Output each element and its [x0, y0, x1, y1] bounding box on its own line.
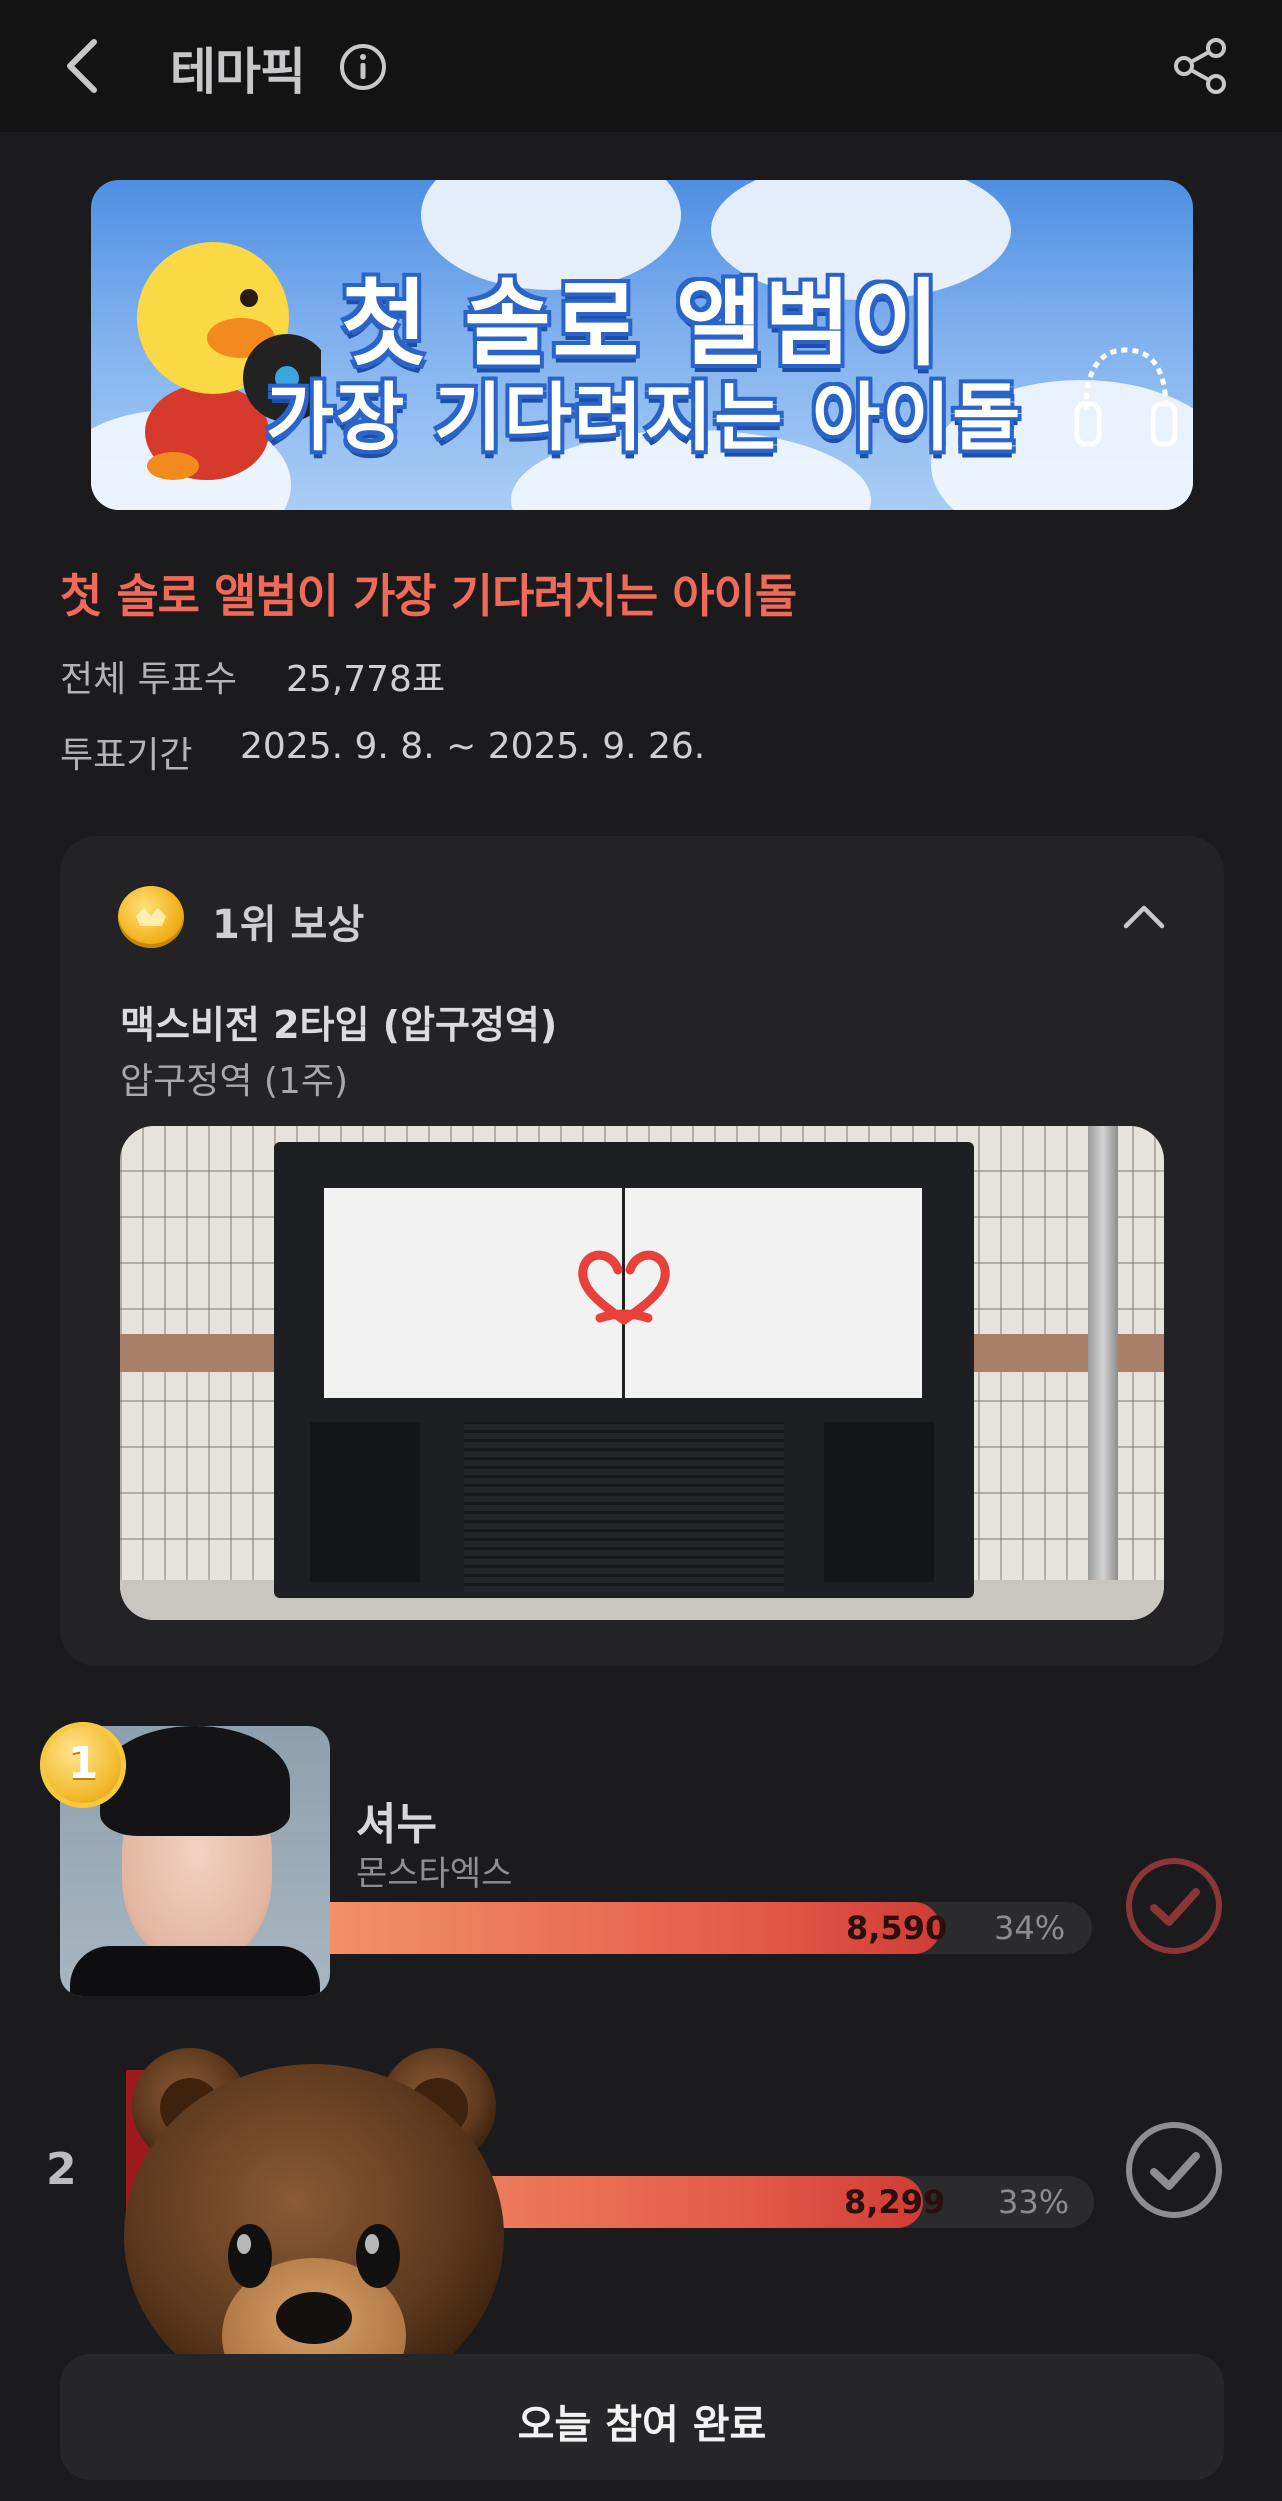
reward-ad-subtitle: 압구정역 (1주) [120, 1061, 349, 1102]
participation-complete-label: 오늘 참여 완료 [517, 2402, 767, 2448]
reward-ad-photo [120, 1126, 1164, 1620]
chevron-up-icon[interactable] [1122, 894, 1166, 938]
reward-card: 1위 보상 맥스비전 2타입 (압구정역) 압구정역 (1주) [60, 836, 1224, 1666]
vote-period-label: 투표기간 [60, 735, 193, 776]
heart-logo-icon [578, 1250, 670, 1325]
vote-bar-track: 8,590 34% [330, 1902, 1092, 1954]
banner-subheadline: 가장 기다려지는 아이돌 [266, 375, 1023, 461]
vote-percent: 34% [994, 1909, 1066, 1947]
rank-number: 2 [46, 2144, 77, 2195]
rank-medal-icon: 1 [40, 1722, 126, 1808]
page-title: 테마픽 [170, 43, 306, 101]
artist-group: 몬스타엑스 [356, 1854, 513, 1894]
theme-banner: 첫 솔로 앨범이 가장 기다려지는 아이돌 [91, 180, 1193, 510]
participation-complete-button[interactable]: 오늘 참여 완료 [60, 2354, 1224, 2480]
reward-ad-title: 맥스비전 2타입 (압구정역) [120, 1003, 558, 1047]
back-icon[interactable] [58, 36, 108, 96]
headphones-icon [1074, 347, 1178, 447]
artist-name: 셔누 [356, 1799, 437, 1850]
vote-check-icon[interactable] [1124, 1856, 1224, 1956]
billboard-kiosk [274, 1142, 974, 1598]
vote-count: 8,590 [846, 1909, 948, 1947]
info-icon[interactable] [338, 42, 388, 92]
reward-heading: 1위 보상 [212, 902, 365, 948]
total-votes-value: 25,778표 [286, 659, 446, 700]
share-icon[interactable] [1170, 36, 1230, 96]
theme-title: 첫 솔로 앨범이 가장 기다려지는 아이돌 [60, 569, 797, 623]
vote-check-icon[interactable] [1124, 2120, 1224, 2220]
total-votes-label: 전체 투표수 [60, 659, 238, 700]
coin-icon [118, 886, 184, 948]
vote-period-value: 2025. 9. 8. ~ 2025. 9. 26. [240, 726, 706, 767]
vote-count: 8,299 [844, 2183, 946, 2221]
vote-percent: 33% [998, 2183, 1070, 2221]
top-bar: 테마픽 [0, 0, 1282, 132]
